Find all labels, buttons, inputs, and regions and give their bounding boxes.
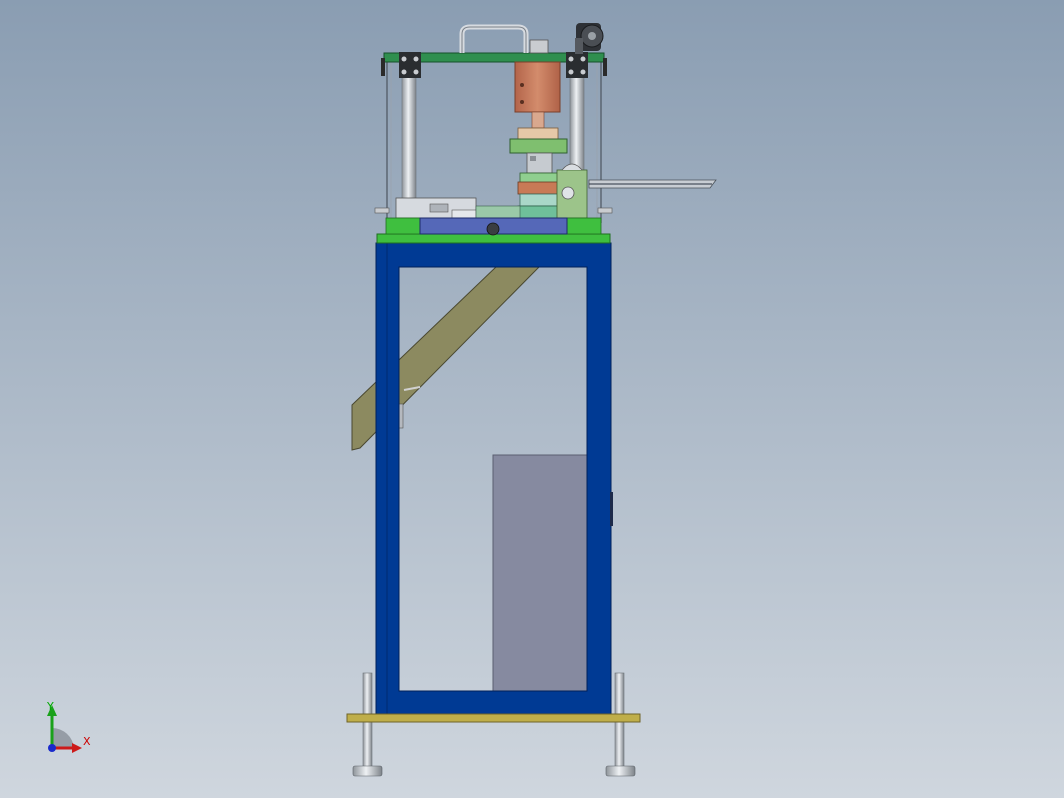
leveling-foot-right-pad <box>605 765 636 777</box>
side-handle[interactable] <box>610 492 613 526</box>
axis-y-label: Y <box>47 700 54 713</box>
press-head[interactable] <box>509 138 568 154</box>
axis-x-label: X <box>83 735 91 748</box>
pulley-icon[interactable] <box>575 23 604 54</box>
press-rod <box>531 111 545 129</box>
slide-rail <box>475 205 521 219</box>
side-bolt-right <box>597 207 613 214</box>
clamp-block-right <box>566 52 588 78</box>
leveling-foot-left-pad <box>352 765 383 777</box>
model-canvas[interactable] <box>0 0 1064 798</box>
base-plate[interactable] <box>346 713 641 723</box>
cad-viewport[interactable]: X Y <box>0 0 1064 798</box>
die-stack-copper <box>517 181 559 195</box>
cabinet-panel[interactable] <box>492 454 588 692</box>
adjust-knob[interactable] <box>486 222 500 236</box>
top-plate-edge-right <box>603 58 607 76</box>
sensor-box <box>529 39 549 54</box>
die-base <box>517 205 559 219</box>
top-plate-edge-left <box>381 58 385 76</box>
die-stack-green <box>519 172 559 184</box>
clamp-block-left <box>399 52 421 78</box>
press-block[interactable] <box>514 61 561 113</box>
die-stack-teal <box>519 193 559 207</box>
press-collar <box>517 127 559 140</box>
side-bolt-left <box>374 207 390 214</box>
